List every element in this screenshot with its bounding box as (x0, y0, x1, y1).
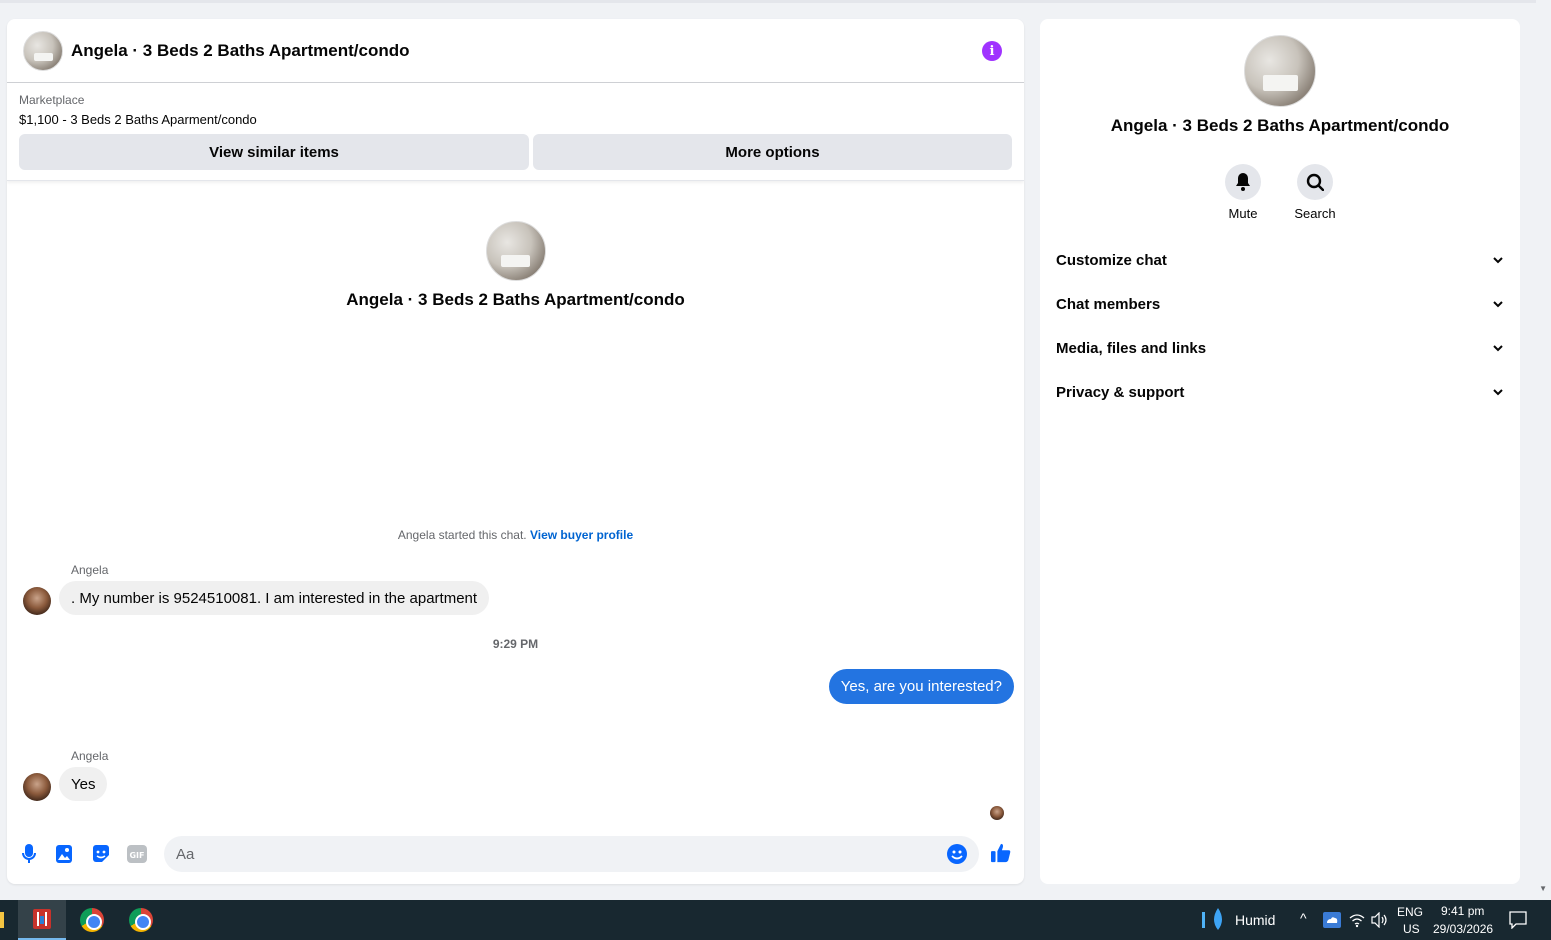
sender-name: Angela (71, 563, 109, 577)
chat-avatar[interactable] (23, 30, 63, 71)
speaker-icon[interactable] (1371, 911, 1389, 933)
message-bubble[interactable]: Yes (59, 767, 108, 801)
sender-avatar[interactable] (23, 587, 51, 615)
clock-time[interactable]: 9:41 pm (1441, 904, 1484, 918)
chat-started-notice: Angela started this chat. View buyer pro… (7, 528, 1024, 542)
scroll-down-arrow[interactable]: ▼ (1539, 884, 1547, 893)
wifi-icon[interactable] (1349, 912, 1365, 933)
mute-label: Mute (1228, 206, 1258, 221)
chat-details-panel: Angela · 3 Beds 2 Baths Apartment/condo … (1040, 19, 1520, 884)
message-bubble-outgoing[interactable]: Yes, are you interested? (828, 669, 1014, 704)
seen-indicator-avatar (990, 806, 1004, 820)
language-top[interactable]: ENG (1397, 905, 1423, 919)
chevron-down-icon (1493, 257, 1503, 264)
chrome-profile-taskbar-icon[interactable] (117, 900, 165, 940)
message-bubble[interactable]: . My number is 9524510081. I am interest… (59, 581, 490, 615)
details-avatar[interactable] (1244, 35, 1316, 107)
search-label: Search (1294, 206, 1336, 221)
bell-icon[interactable] (1225, 164, 1261, 200)
chevron-up-icon[interactable]: ^ (1300, 910, 1307, 926)
search-icon[interactable] (1297, 164, 1333, 200)
microphone-icon[interactable] (19, 844, 39, 864)
chevron-down-icon (1493, 345, 1503, 352)
app-icon (33, 909, 51, 929)
chat-header: Angela · 3 Beds 2 Baths Apartment/condo … (7, 19, 1024, 83)
notifications-icon[interactable] (1509, 911, 1527, 934)
sender-name: Angela (71, 749, 109, 763)
sender-avatar[interactable] (23, 773, 51, 801)
listing-price: $1,100 - 3 Beds 2 Baths Aparment/condo (19, 112, 257, 127)
chrome-taskbar-icon[interactable] (68, 900, 116, 940)
thumbs-up-icon[interactable] (991, 843, 1011, 863)
chevron-down-icon (1493, 389, 1503, 396)
message-timestamp: 9:29 PM (492, 637, 539, 651)
section-label: Customize chat (1056, 251, 1167, 269)
section-label: Chat members (1056, 295, 1161, 313)
view-similar-button[interactable]: View similar items (19, 134, 529, 170)
photo-icon[interactable] (55, 844, 75, 864)
weather-label[interactable]: Humid (1235, 912, 1275, 928)
chrome-icon (129, 908, 153, 932)
chat-intro: Angela · 3 Beds 2 Baths Apartment/condo (7, 221, 1024, 310)
sticker-icon[interactable] (91, 844, 111, 864)
language-bottom[interactable]: US (1403, 922, 1420, 936)
view-buyer-profile-link[interactable]: View buyer profile (530, 528, 633, 542)
chrome-icon (80, 908, 104, 932)
gif-icon[interactable]: GIF (127, 844, 147, 864)
chat-title[interactable]: Angela · 3 Beds 2 Baths Apartment/condo (71, 41, 409, 61)
section-label: Privacy & support (1056, 383, 1185, 401)
weather-widget[interactable] (1200, 908, 1228, 937)
composer: GIF Aa (7, 835, 1024, 873)
taskbar: Humid ^ ENG US 9:41 pm 29/03/2026 (0, 900, 1551, 940)
clock-date[interactable]: 29/03/2026 (1433, 922, 1493, 936)
customize-chat-section[interactable]: Customize chat (1056, 238, 1504, 282)
raindrop-icon (1202, 908, 1222, 930)
svg-text:GIF: GIF (129, 851, 144, 860)
marketplace-banner: Marketplace $1,100 - 3 Beds 2 Baths Apar… (7, 83, 1024, 181)
details-title: Angela · 3 Beds 2 Baths Apartment/condo (1110, 116, 1450, 135)
taskbar-app-active[interactable] (18, 900, 66, 940)
chat-members-section[interactable]: Chat members (1056, 282, 1504, 326)
mute-button[interactable]: Mute (1213, 164, 1273, 221)
message-input[interactable]: Aa (164, 836, 979, 872)
search-button[interactable]: Search (1285, 164, 1345, 221)
started-text: Angela started this chat. (397, 528, 527, 542)
intro-title: Angela · 3 Beds 2 Baths Apartment/condo (346, 290, 685, 309)
media-files-links-section[interactable]: Media, files and links (1056, 326, 1504, 370)
marketplace-label: Marketplace (19, 93, 85, 107)
intro-avatar (485, 221, 546, 281)
message-input-placeholder: Aa (176, 845, 195, 863)
section-label: Media, files and links (1056, 339, 1207, 357)
top-border (0, 0, 1536, 3)
more-options-button[interactable]: More options (533, 134, 1012, 170)
file-explorer-edge-icon[interactable] (0, 912, 4, 928)
cloud-sync-icon[interactable] (1323, 912, 1341, 933)
chat-panel: Angela · 3 Beds 2 Baths Apartment/condo … (7, 19, 1024, 884)
emoji-icon[interactable] (947, 844, 967, 868)
privacy-support-section[interactable]: Privacy & support (1056, 370, 1504, 414)
info-icon[interactable]: i (982, 41, 1002, 61)
chevron-down-icon (1493, 301, 1503, 308)
